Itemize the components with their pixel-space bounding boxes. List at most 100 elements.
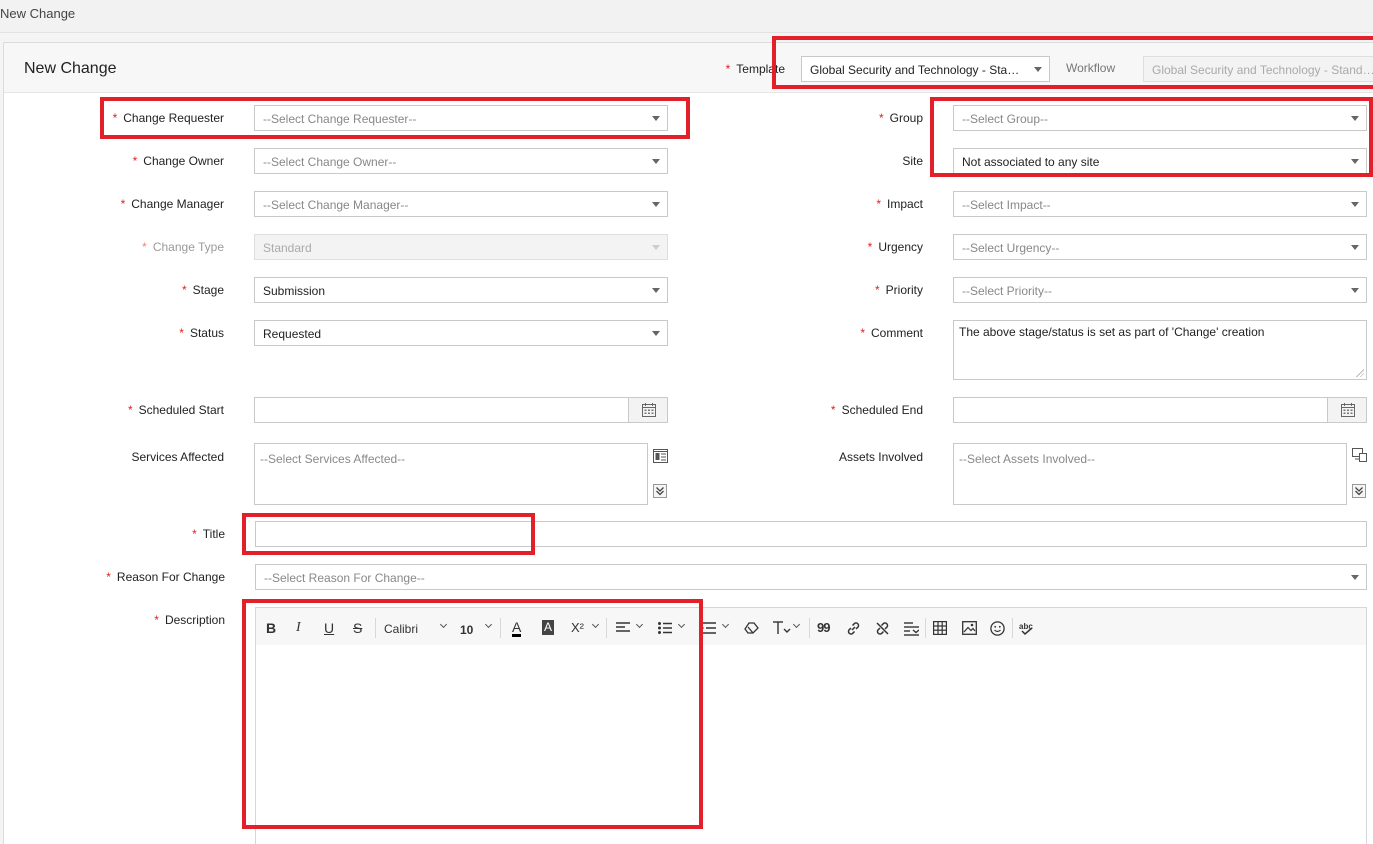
description-label: * Description (154, 613, 225, 627)
description-editor[interactable] (255, 645, 1367, 844)
underline-button[interactable]: U (324, 620, 334, 636)
font-family-select[interactable]: Calibri (384, 621, 418, 637)
services-affected-field[interactable]: --Select Services Affected-- (254, 443, 648, 505)
chevron-down-icon (652, 159, 660, 164)
scheduled-end-calendar-button[interactable] (1327, 397, 1367, 423)
expand-down-icon[interactable] (1352, 484, 1366, 498)
comment-label: * Comment (860, 326, 923, 340)
emoji-icon[interactable] (990, 621, 1005, 636)
workflow-label: Workflow (1066, 61, 1116, 75)
font-color-button[interactable]: A (512, 620, 522, 637)
expand-down-icon[interactable] (653, 484, 667, 498)
assets-involved-field[interactable]: --Select Assets Involved-- (953, 443, 1347, 505)
chevron-down-icon (484, 620, 493, 629)
stage-select[interactable]: Submission (254, 277, 668, 303)
bold-button[interactable]: B (266, 620, 276, 636)
group-label: * Group (878, 111, 923, 125)
priority-select[interactable]: --Select Priority-- (953, 277, 1367, 303)
font-size-select[interactable]: 10 (460, 622, 473, 638)
workflow-field: Global Security and Technology - Standar… (1143, 56, 1373, 82)
highlight-button[interactable]: A (542, 620, 555, 635)
unlink-icon[interactable] (875, 621, 890, 636)
indent-icon[interactable] (700, 622, 716, 634)
chevron-down-icon (1351, 202, 1359, 207)
bullet-list-icon[interactable] (658, 622, 672, 634)
calendar-icon (1341, 403, 1355, 417)
change-manager-label: * Change Manager (120, 197, 224, 211)
list-picker-icon[interactable] (653, 449, 668, 463)
chevron-down-icon (721, 620, 730, 629)
clear-format-icon[interactable] (744, 622, 759, 634)
chevron-down-icon (1351, 116, 1359, 121)
urgency-label: * Urgency (867, 240, 923, 254)
change-requester-label: * Change Requester (112, 111, 224, 125)
chevron-down-icon (652, 331, 660, 336)
toolbar-divider (1012, 618, 1013, 638)
status-select[interactable]: Requested (254, 320, 668, 346)
editor-toolbar: B I U S Calibri 10 A A X² 99 abc (255, 607, 1367, 646)
scheduled-end-input[interactable] (953, 397, 1328, 423)
change-manager-select[interactable]: --Select Change Manager-- (254, 191, 668, 217)
calendar-icon (642, 403, 656, 417)
assets-involved-label: Assets Involved (838, 450, 923, 464)
priority-label: * Priority (874, 283, 923, 297)
image-icon[interactable] (962, 621, 977, 635)
find-replace-icon[interactable] (904, 621, 919, 636)
chevron-down-icon (591, 620, 600, 629)
group-select[interactable]: --Select Group-- (953, 105, 1367, 131)
title-label: * Title (192, 527, 225, 541)
site-label: Site (902, 154, 923, 168)
link-icon[interactable] (846, 621, 861, 636)
change-type-select: Standard (254, 234, 668, 260)
superscript-button[interactable]: X² (571, 620, 584, 636)
reason-for-change-label: * Reason For Change (106, 570, 225, 584)
reason-for-change-select[interactable]: --Select Reason For Change-- (255, 564, 1367, 590)
change-owner-label: * Change Owner (132, 154, 224, 168)
toolbar-divider (809, 618, 810, 638)
stage-label: * Stage (181, 283, 224, 297)
site-select[interactable]: Not associated to any site (953, 148, 1367, 174)
template-label: * Template (725, 62, 785, 76)
impact-select[interactable]: --Select Impact-- (953, 191, 1367, 217)
scheduled-start-label: * Scheduled Start (127, 403, 224, 417)
change-owner-select[interactable]: --Select Change Owner-- (254, 148, 668, 174)
toolbar-divider (500, 618, 501, 638)
chevron-down-icon (652, 116, 660, 121)
scheduled-start-input[interactable] (254, 397, 629, 423)
chevron-down-icon (1351, 288, 1359, 293)
table-icon[interactable] (933, 621, 947, 635)
panel-title: New Change (24, 60, 117, 77)
change-requester-select[interactable]: --Select Change Requester-- (254, 105, 668, 131)
impact-label: * Impact (876, 197, 923, 211)
check-icon (1021, 627, 1033, 636)
toolbar-divider (606, 618, 607, 638)
chevron-down-icon (1351, 245, 1359, 250)
resize-handle[interactable] (1356, 369, 1364, 377)
toolbar-divider (925, 618, 926, 638)
strikethrough-button[interactable]: S (353, 620, 362, 636)
chevron-down-icon (652, 245, 660, 250)
services-affected-label: Services Affected (131, 450, 225, 464)
align-left-icon[interactable] (616, 622, 630, 634)
toolbar-divider (375, 618, 376, 638)
comment-textarea[interactable]: The above stage/status is set as part of… (953, 320, 1367, 380)
chevron-down-icon (439, 620, 448, 629)
chevron-down-icon (652, 288, 660, 293)
chevron-down-icon (635, 620, 644, 629)
window-title: New Change (0, 6, 76, 21)
chevron-down-icon (652, 202, 660, 207)
blockquote-button[interactable]: 99 (817, 620, 831, 636)
assets-picker-icon[interactable] (1352, 448, 1368, 462)
template-select[interactable]: Global Security and Technology - Stand..… (801, 56, 1050, 82)
urgency-select[interactable]: --Select Urgency-- (953, 234, 1367, 260)
change-type-label: * Change Type (142, 240, 224, 254)
chevron-down-icon (1034, 67, 1042, 72)
status-label: * Status (179, 326, 224, 340)
scheduled-start-calendar-button[interactable] (628, 397, 668, 423)
italic-button[interactable]: I (296, 620, 301, 636)
text-direction-icon[interactable] (772, 621, 792, 635)
chevron-down-icon (677, 620, 686, 629)
title-input[interactable] (255, 521, 1367, 547)
top-bar (0, 0, 1373, 33)
chevron-down-icon (1351, 159, 1359, 164)
